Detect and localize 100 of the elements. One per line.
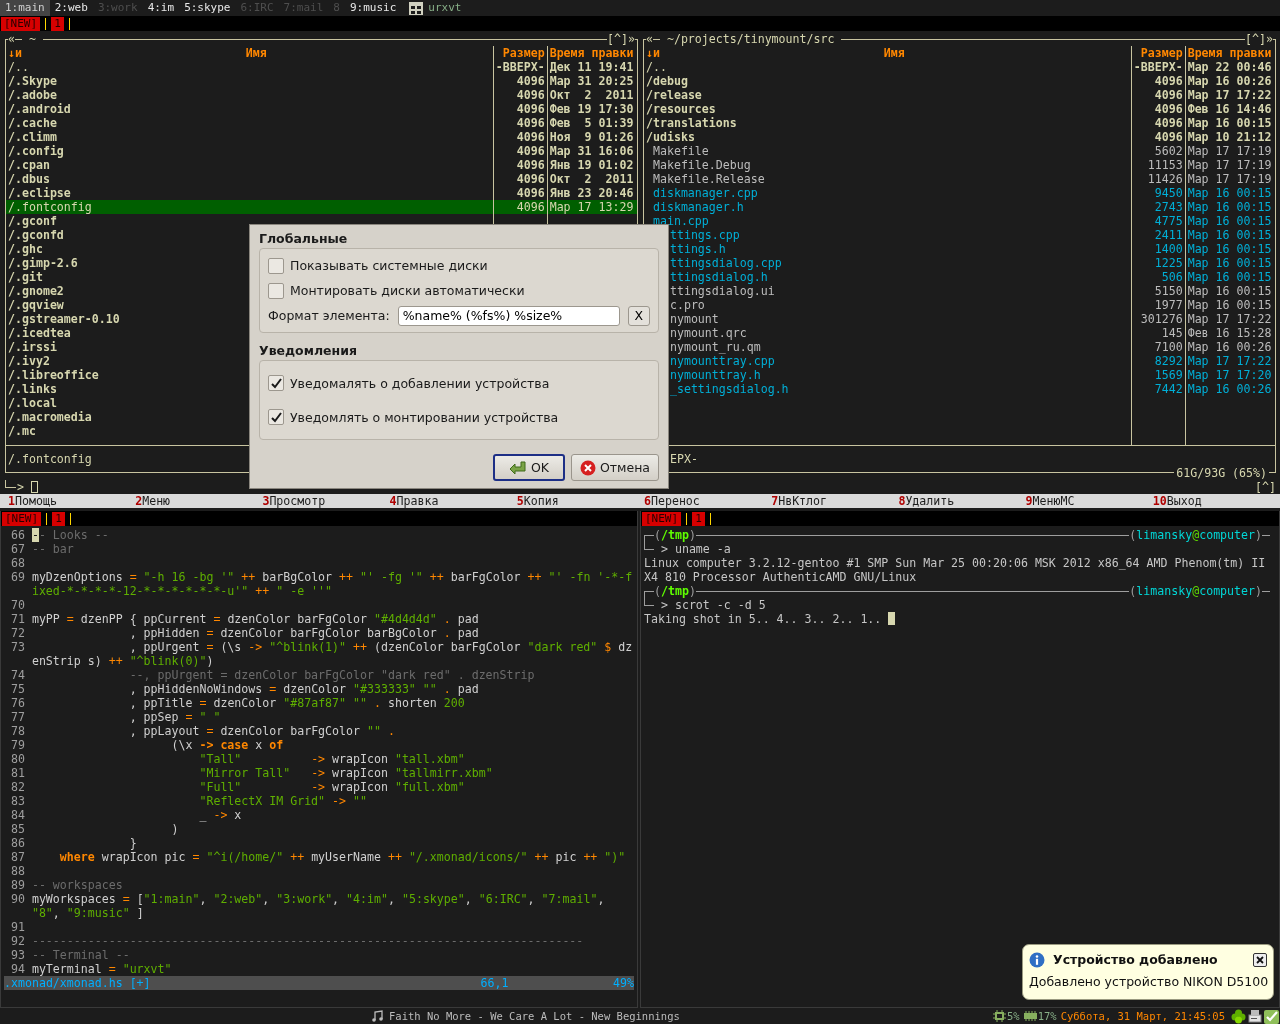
line-number: 93 — [9, 948, 26, 962]
file-name[interactable]: /.. — [644, 60, 1131, 74]
workspace-tab[interactable]: 4:im — [142, 0, 180, 16]
file-date: Мар 16 00:15 — [1186, 242, 1273, 256]
file-date: Мар 31 20:25 — [548, 74, 635, 88]
file-name[interactable]: /.climm — [6, 130, 493, 144]
checkbox[interactable] — [268, 409, 284, 425]
check-icon[interactable] — [1264, 1008, 1280, 1024]
file-name[interactable]: /translations — [644, 116, 1131, 130]
line-number: 77 — [9, 710, 26, 724]
file-size: 4096 — [1153, 130, 1184, 144]
column-header[interactable]: Время правки — [547, 46, 637, 60]
file-date: Мар 17 17:19 — [1186, 144, 1273, 158]
clover-icon[interactable] — [1231, 1008, 1246, 1024]
checkbox[interactable] — [268, 257, 284, 274]
sort-indicator[interactable]: ↓и — [8, 46, 22, 60]
function-key[interactable]: 4Правка — [389, 494, 517, 508]
file-date: Мар 17 17:22 — [1186, 312, 1273, 326]
file-date: Мар 16 00:15 — [1186, 116, 1273, 130]
function-key[interactable]: 8Удалить — [898, 494, 1026, 508]
terminal-tab[interactable]: [NEW] — [2, 511, 42, 526]
notification-message: Добавлено устройство NIKON D5100 — [1029, 974, 1267, 990]
terminal-tab[interactable]: 1 — [52, 511, 65, 526]
workspace-tab[interactable]: 9:music — [345, 0, 402, 16]
drive-icon[interactable] — [1248, 1009, 1262, 1023]
ok-button[interactable]: OK — [492, 454, 565, 481]
line-number: 68 — [9, 556, 26, 570]
file-date: Мар 16 00:15 — [1186, 298, 1273, 312]
column-header[interactable]: Размер — [493, 46, 547, 60]
file-name[interactable]: /.fontconfig — [6, 200, 493, 214]
checkbox[interactable] — [268, 375, 284, 391]
file-size: -ВВЕРХ- — [1132, 60, 1184, 74]
column-header[interactable]: Имя — [883, 46, 905, 60]
nav-button[interactable]: [^] — [607, 32, 628, 46]
function-key[interactable]: 5Копия — [516, 494, 644, 508]
file-name[interactable]: Makefile.Release — [644, 172, 1131, 186]
file-name[interactable]: /resources — [644, 102, 1131, 116]
file-name[interactable]: diskmanager.h — [644, 200, 1131, 214]
terminal-tab[interactable]: 1 — [51, 16, 64, 31]
file-size: 4096 — [515, 102, 546, 116]
cancel-icon — [579, 459, 596, 476]
file-name[interactable]: /.Skype — [6, 74, 493, 88]
code-line: ) — [170, 822, 180, 836]
file-name[interactable]: /release — [644, 88, 1131, 102]
file-date: Мар 17 17:22 — [1186, 88, 1273, 102]
file-name[interactable]: Makefile.Debug — [644, 158, 1131, 172]
file-date: Мар 16 00:15 — [1186, 200, 1273, 214]
file-name[interactable]: Makefile — [644, 144, 1131, 158]
file-name[interactable]: diskmanager.cpp — [644, 186, 1131, 200]
output-text: Linux computer 3.2.12-gentoo #1 SMP Sun Mar 25 00:20:06 MSK 2012 x86_64 AMD Phenom(tm) II X4 810 Processor AuthenticAMD GNU/Linux — [644, 556, 1267, 584]
file-name[interactable]: /.eclipse — [6, 186, 493, 200]
function-key[interactable]: 1Помощь — [8, 494, 136, 508]
file-date: Мар 17 17:19 — [1186, 158, 1273, 172]
terminal-tab[interactable]: 1 — [692, 511, 705, 526]
format-field[interactable]: %name% (%fs%) %size% — [397, 305, 620, 326]
file-size: 7442 — [1153, 382, 1184, 396]
terminal-tab[interactable]: [NEW] — [642, 511, 682, 526]
file-name[interactable]: /.cpan — [6, 158, 493, 172]
file-date: Фев 16 15:28 — [1186, 326, 1273, 340]
file-size: 4096 — [515, 74, 546, 88]
file-size: 9450 — [1153, 186, 1184, 200]
workspace-tab[interactable]: 2:web — [49, 0, 93, 16]
line-number: 80 — [9, 752, 26, 766]
file-size: 506 — [1160, 270, 1184, 284]
clear-button[interactable]: X — [627, 305, 650, 326]
function-key[interactable]: 7НвКтлог — [771, 494, 899, 508]
file-size: 4096 — [493, 200, 547, 214]
cancel-button[interactable]: Отмена — [570, 454, 659, 481]
file-name[interactable]: /udisks — [644, 130, 1131, 144]
file-name[interactable]: /.. — [6, 60, 493, 74]
nav-button[interactable]: [^] — [1245, 32, 1266, 46]
close-button[interactable] — [1253, 953, 1267, 967]
function-key[interactable]: 2Меню — [135, 494, 263, 508]
terminal-tab[interactable]: [NEW] — [1, 16, 41, 31]
file-name[interactable]: /.adobe — [6, 88, 493, 102]
function-key[interactable]: 6Перенос — [644, 494, 772, 508]
line-number: 69 — [9, 570, 26, 586]
code-line: -- workspaces — [31, 878, 124, 892]
file-name[interactable]: /.cache — [6, 116, 493, 130]
code-line: (\x -> case x of — [170, 738, 285, 752]
file-name[interactable]: /.dbus — [6, 172, 493, 186]
prompt-text: (/tmp) — [654, 584, 696, 598]
code-line: -- Looks -- — [31, 528, 110, 542]
file-name[interactable]: /debug — [644, 74, 1131, 88]
code-line: , ppSep = " " — [128, 710, 222, 724]
checkbox[interactable] — [268, 282, 284, 299]
now-playing: Faith No More - We Care A Lot - New Beginnings — [389, 1009, 680, 1024]
workspace-tab[interactable]: 5:skype — [179, 0, 236, 16]
function-key[interactable]: 3Просмотр — [262, 494, 390, 508]
file-name[interactable]: /.config — [6, 144, 493, 158]
sort-indicator[interactable]: ↓и — [646, 46, 660, 60]
workspace-tab[interactable]: 1:main — [0, 0, 50, 16]
column-header[interactable]: Время правки — [1185, 46, 1275, 60]
file-name[interactable]: /.android — [6, 102, 493, 116]
column-header[interactable]: Размер — [1131, 46, 1185, 60]
file-name[interactable]: /.gconf — [6, 214, 493, 228]
function-key[interactable]: 10Выход — [1152, 494, 1280, 508]
file-size: 4096 — [515, 130, 546, 144]
function-key[interactable]: 9МенюМС — [1025, 494, 1153, 508]
column-header[interactable]: Имя — [245, 46, 267, 60]
